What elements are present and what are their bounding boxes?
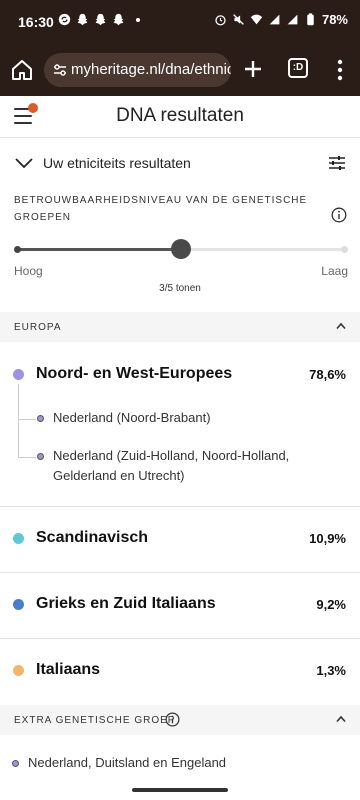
info-icon[interactable] bbox=[165, 712, 180, 727]
extra-group-section-header[interactable]: EXTRA GENETISCHE GROEP bbox=[0, 705, 360, 735]
region-color-dot bbox=[13, 369, 24, 380]
region-name[interactable]: Italiaans bbox=[36, 661, 100, 679]
region-scandinavisch[interactable]: Scandinavisch 10,9% bbox=[0, 507, 360, 573]
snapchat-icon bbox=[113, 13, 124, 26]
tab-switcher-button[interactable]: :D bbox=[288, 58, 308, 78]
gesture-nav-handle[interactable] bbox=[132, 788, 228, 792]
region-grieks-zuid-italiaans[interactable]: Grieks en Zuid Italiaans 9,2% bbox=[0, 573, 360, 639]
region-color-dot bbox=[13, 533, 24, 544]
europe-section-label: EUROPA bbox=[14, 322, 62, 333]
slider-thumb[interactable] bbox=[171, 239, 191, 259]
confidence-slider[interactable] bbox=[14, 238, 348, 262]
slider-start-dot bbox=[14, 246, 21, 253]
slider-high-label: Hoog bbox=[14, 264, 43, 278]
site-settings-icon[interactable] bbox=[52, 62, 68, 78]
wifi-icon bbox=[250, 14, 263, 25]
snapchat-icon bbox=[95, 13, 106, 26]
url-text[interactable]: myheritage.nl/dna/ethnic bbox=[71, 61, 231, 78]
slider-low-label: Laag bbox=[321, 264, 348, 278]
more-options-icon[interactable] bbox=[330, 57, 350, 83]
region-percent: 1,3% bbox=[316, 663, 346, 678]
snapchat-icon bbox=[77, 13, 88, 26]
sync-icon bbox=[58, 13, 71, 26]
address-bar[interactable]: myheritage.nl/dna/ethnic bbox=[44, 53, 231, 87]
slider-fill bbox=[17, 248, 181, 251]
subregion-item[interactable]: Nederland (Noord-Brabant) bbox=[53, 408, 323, 428]
alarm-icon bbox=[215, 15, 226, 26]
ethnicity-results-toggle[interactable]: Uw etniciteits resultaten bbox=[0, 138, 360, 188]
status-time: 16:30 bbox=[18, 14, 54, 30]
tree-branch bbox=[18, 419, 36, 420]
region-italiaans[interactable]: Italiaans 1,3% bbox=[0, 639, 360, 705]
app-header: DNA resultaten bbox=[0, 96, 360, 138]
region-name[interactable]: Grieks en Zuid Italiaans bbox=[36, 595, 216, 613]
page-title: DNA resultaten bbox=[116, 105, 244, 126]
battery-icon bbox=[307, 13, 314, 26]
confidence-level-label: BETROUWBAARHEIDSNIVEAU VAN DE GENETISCHE… bbox=[14, 195, 308, 223]
region-percent: 78,6% bbox=[309, 367, 346, 382]
extra-group-item[interactable]: Nederland, Duitsland en Engeland bbox=[0, 752, 360, 776]
battery-percent: 78% bbox=[321, 12, 348, 27]
region-percent: 10,9% bbox=[309, 531, 346, 546]
europe-section-header[interactable]: EUROPA bbox=[0, 312, 360, 342]
status-bar: 16:30 78% bbox=[0, 0, 360, 44]
subregion-dot bbox=[37, 453, 44, 460]
region-percent: 9,2% bbox=[316, 597, 346, 612]
region-color-dot bbox=[13, 599, 24, 610]
region-name[interactable]: Noord- en West-Europees bbox=[36, 365, 232, 383]
filter-icon[interactable] bbox=[328, 155, 346, 171]
home-icon[interactable] bbox=[10, 58, 34, 82]
extra-group-item-label[interactable]: Nederland, Duitsland en Engeland bbox=[28, 755, 226, 770]
chevron-up-icon[interactable] bbox=[336, 715, 346, 723]
extra-group-label: EXTRA GENETISCHE GROEP bbox=[14, 715, 176, 726]
subregion-dot bbox=[37, 415, 44, 422]
new-tab-icon[interactable] bbox=[240, 56, 266, 82]
mute-icon bbox=[233, 14, 244, 25]
region-noord-west-europees[interactable]: Noord- en West-Europees 78,6% Nederland … bbox=[0, 342, 360, 507]
tree-connector bbox=[18, 384, 19, 457]
extra-group-dot bbox=[12, 760, 19, 767]
signal-icon bbox=[269, 14, 280, 25]
system-icons: 78% bbox=[214, 12, 348, 27]
signal-icon bbox=[287, 14, 298, 25]
region-name[interactable]: Scandinavisch bbox=[36, 529, 148, 547]
chevron-down-icon[interactable] bbox=[14, 156, 34, 170]
ethnicity-results-label[interactable]: Uw etniciteits resultaten bbox=[43, 155, 191, 171]
slider-count-label: 3/5 tonen bbox=[159, 283, 201, 294]
chevron-up-icon[interactable] bbox=[336, 322, 346, 330]
browser-toolbar: myheritage.nl/dna/ethnic :D bbox=[0, 44, 360, 96]
notification-icons bbox=[58, 13, 140, 26]
tree-branch bbox=[18, 457, 36, 458]
region-color-dot bbox=[13, 665, 24, 676]
subregion-item[interactable]: Nederland (Zuid-Holland, Noord-Holland, … bbox=[53, 446, 323, 486]
slider-end-dot bbox=[341, 246, 348, 253]
more-notifications-dot bbox=[136, 17, 140, 22]
info-icon[interactable] bbox=[331, 207, 347, 223]
